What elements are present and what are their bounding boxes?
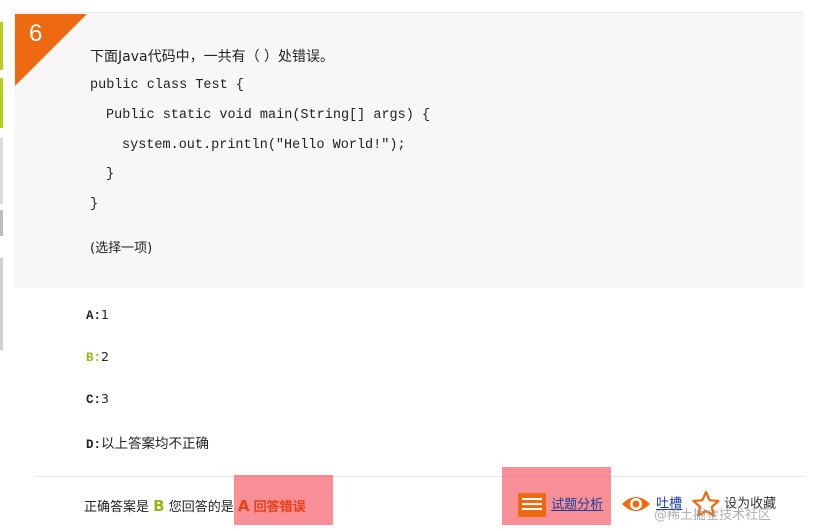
divider (36, 476, 804, 477)
analysis-button[interactable]: 试题分析 (517, 492, 603, 518)
user-answer-label: 您回答的是 (168, 500, 234, 515)
option-text: 3 (101, 391, 109, 406)
question-card: 6 下面Java代码中，一共有（ ）处错误。 public class Test… (14, 12, 804, 531)
analysis-icon (518, 493, 546, 517)
option-text: 1 (101, 307, 109, 322)
question-title: 下面Java代码中，一共有（ ）处错误。 (90, 49, 335, 65)
option-separator: : (93, 351, 102, 365)
rail-segment-grey (0, 138, 3, 204)
user-answer-value: A (237, 497, 250, 515)
eye-icon (622, 497, 650, 511)
option-separator: : (93, 309, 102, 323)
code-line: system.out.println("Hello World!"); (122, 138, 406, 153)
option-a[interactable]: A:1 (86, 307, 109, 323)
option-separator: : (93, 393, 102, 407)
analysis-label: 试题分析 (551, 497, 604, 513)
watermark: @稀土掘金技术社区 (654, 508, 772, 523)
left-rail (0, 0, 3, 531)
question-number: 6 (29, 20, 43, 47)
answer-summary: 正确答案是 B 您回答的是 A 回答错误 (84, 496, 306, 515)
code-line: } (90, 197, 99, 212)
option-letter: B (86, 351, 94, 365)
option-letter: D (86, 438, 94, 452)
question-box: 6 下面Java代码中，一共有（ ）处错误。 public class Test… (14, 12, 804, 288)
rail-segment-green (0, 22, 3, 70)
correct-answer-label: 正确答案是 (84, 500, 150, 515)
answer-status: 回答错误 (253, 500, 306, 515)
rail-segment-grey (0, 210, 3, 236)
option-b[interactable]: B:2 (86, 349, 109, 365)
option-text: 以上答案均不正确 (101, 436, 210, 452)
code-line: } (106, 167, 115, 182)
rail-segment-green (0, 78, 3, 128)
code-line: public class Test { (90, 78, 244, 93)
option-letter: C (86, 393, 94, 407)
question-number-badge (15, 14, 87, 86)
question-hint: (选择一项) (90, 241, 153, 256)
option-text: 2 (101, 349, 109, 364)
correct-answer-value: B (153, 497, 165, 515)
option-separator: : (93, 438, 102, 452)
option-letter: A (86, 309, 94, 323)
code-line: Public static void main(String[] args) { (106, 108, 431, 123)
option-c[interactable]: C:3 (86, 391, 109, 407)
option-d[interactable]: D:以上答案均不正确 (86, 432, 209, 452)
rail-segment-grey (0, 258, 3, 350)
